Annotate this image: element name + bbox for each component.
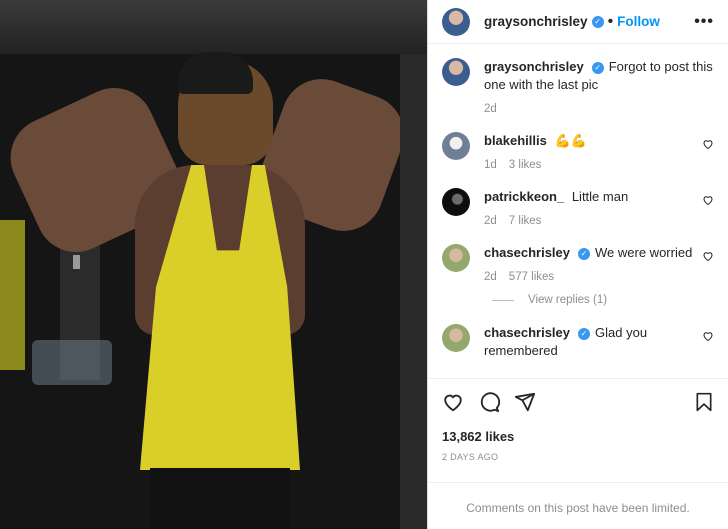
comment-likes[interactable]: 3 likes: [509, 159, 542, 171]
comment-text: 💪💪: [554, 133, 587, 148]
comment-user[interactable]: chasechrisley: [484, 325, 570, 340]
comment-likes[interactable]: 577 likes: [509, 271, 554, 283]
verified-badge-icon: ✓: [591, 62, 604, 74]
comment-time[interactable]: 1d: [484, 159, 497, 171]
instagram-post: graysonchrisley ✓ • Follow ••• graysonch…: [0, 0, 728, 529]
comment-avatar[interactable]: [442, 132, 470, 160]
comment-item: chasechrisley ✓ We were worried 2d 577 like…: [442, 244, 714, 286]
comments-limited-notice: Comments on this post have been limited.: [428, 482, 728, 529]
caption-time[interactable]: 2d: [484, 103, 497, 115]
comment-heart-icon[interactable]: [702, 330, 714, 342]
comment-icon[interactable]: [478, 391, 500, 413]
comment-time[interactable]: 2d: [484, 271, 497, 283]
separator-dot: •: [607, 12, 614, 30]
comment-text: Little man: [571, 189, 629, 204]
more-icon[interactable]: •••: [694, 13, 714, 31]
comment-item: patrickkeon_ Little man 2d 7 likes: [442, 188, 714, 230]
photo-pants: [150, 468, 290, 529]
photo-switch: [73, 255, 80, 269]
view-replies-button[interactable]: View replies (1): [492, 294, 714, 306]
replies-line: [492, 299, 514, 301]
comment-user[interactable]: chasechrisley: [484, 245, 570, 260]
comment-heart-icon[interactable]: [702, 194, 714, 206]
comment-avatar[interactable]: [442, 324, 470, 352]
heart-icon[interactable]: [442, 391, 464, 413]
verified-badge-icon: ✓: [578, 248, 591, 260]
photo-shelf: [32, 340, 112, 385]
caption: graysonchrisley ✓ Forgot to post this one …: [442, 58, 714, 118]
likes-count[interactable]: 13,862 likes: [442, 429, 714, 444]
post-date[interactable]: 2 DAYS AGO: [442, 452, 714, 462]
comment-likes[interactable]: 7 likes: [509, 215, 542, 227]
comment-user[interactable]: blakehillis: [484, 133, 547, 148]
photo-cap: [178, 52, 253, 94]
comment-avatar[interactable]: [442, 188, 470, 216]
view-replies-label: View replies (1): [528, 294, 608, 306]
comment-user[interactable]: patrickkeon_: [484, 189, 564, 204]
share-icon[interactable]: [514, 391, 536, 413]
comment-text: We were worried: [595, 245, 693, 260]
comment-heart-icon[interactable]: [702, 250, 714, 262]
post-photo[interactable]: [0, 0, 427, 529]
post-actions: 13,862 likes 2 DAYS AGO Comments on this…: [428, 378, 728, 529]
photo-frame: [400, 54, 427, 529]
caption-avatar[interactable]: [442, 58, 470, 86]
comment-item: chasechrisley ✓ Glad you remembered: [442, 324, 714, 360]
photo-reflection: [0, 220, 25, 370]
comments-list[interactable]: graysonchrisley ✓ Forgot to post this one …: [428, 44, 728, 378]
post-header: graysonchrisley ✓ • Follow •••: [428, 0, 728, 44]
comment-heart-icon[interactable]: [702, 138, 714, 150]
verified-badge-icon: ✓: [578, 328, 591, 340]
comment-time[interactable]: 2d: [484, 215, 497, 227]
author-name[interactable]: graysonchrisley: [484, 14, 588, 29]
action-icons: [442, 389, 714, 415]
comment-item: blakehillis 💪💪 1d 3 likes: [442, 132, 714, 174]
author-avatar[interactable]: [442, 7, 470, 36]
bookmark-icon[interactable]: [694, 391, 714, 413]
caption-user[interactable]: graysonchrisley: [484, 59, 584, 74]
verified-badge-icon: ✓: [591, 15, 604, 28]
photo-wall: [0, 0, 427, 56]
comment-avatar[interactable]: [442, 244, 470, 272]
post-sidebar: graysonchrisley ✓ • Follow ••• graysonch…: [427, 0, 728, 529]
follow-button[interactable]: Follow: [617, 14, 660, 29]
